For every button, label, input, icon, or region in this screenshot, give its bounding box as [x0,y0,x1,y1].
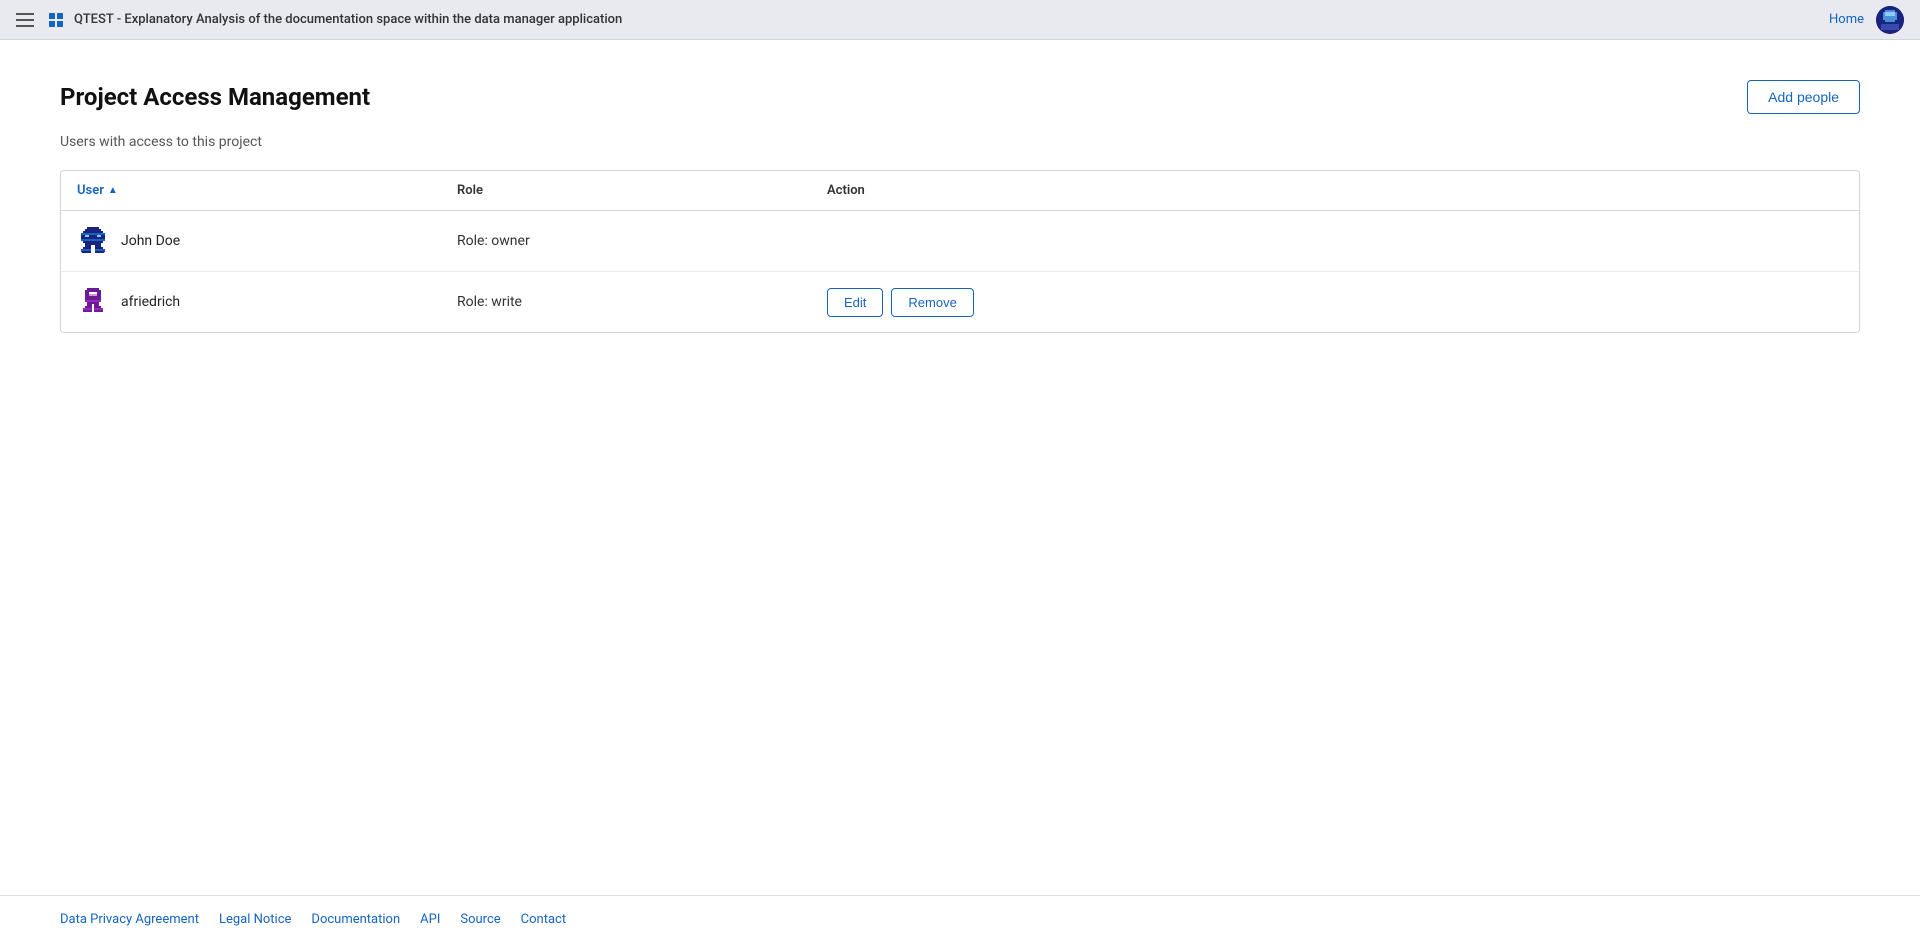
hamburger-menu[interactable] [16,13,34,27]
footer-link-source[interactable]: Source [460,912,500,927]
footer-link-api[interactable]: API [420,912,440,927]
footer-link-legal-notice[interactable]: Legal Notice [219,912,291,927]
role-cell-johndoe: Role: owner [457,233,827,249]
footer: Data Privacy Agreement Legal Notice Docu… [0,895,1920,943]
remove-button-afriedrich[interactable]: Remove [891,288,973,317]
navbar-title: QTEST - Explanatory Analysis of the docu… [46,10,622,30]
col-header-user[interactable]: User ▲ [77,183,457,198]
user-avatar-nav[interactable] [1876,6,1904,34]
project-icon [46,10,66,30]
sort-icon-user: ▲ [108,185,118,196]
home-link[interactable]: Home [1829,12,1864,27]
col-header-action: Action [827,183,1843,198]
page-subtitle: Users with access to this project [60,134,1860,150]
table-row: afriedrich Role: write Edit Remove [61,272,1859,332]
col-header-role: Role [457,183,827,198]
role-cell-afriedrich: Role: write [457,294,827,310]
table-row: John Doe Role: owner [61,211,1859,272]
footer-link-data-privacy[interactable]: Data Privacy Agreement [60,912,199,927]
user-name-afriedrich: afriedrich [121,294,180,310]
avatar-johndoe [77,225,109,257]
user-cell-afriedrich: afriedrich [77,286,457,318]
navbar-right: Home [1829,6,1904,34]
page-title: Project Access Management [60,83,370,111]
navbar-title-text: QTEST - Explanatory Analysis of the docu… [74,12,622,27]
user-name-johndoe: John Doe [121,233,180,249]
user-cell-johndoe: John Doe [77,225,457,257]
footer-link-contact[interactable]: Contact [521,912,566,927]
action-cell-afriedrich: Edit Remove [827,288,1843,317]
edit-button-afriedrich[interactable]: Edit [827,288,883,317]
add-people-button[interactable]: Add people [1747,80,1860,114]
table-header: User ▲ Role Action [61,171,1859,211]
footer-link-documentation[interactable]: Documentation [311,912,400,927]
navbar-left: QTEST - Explanatory Analysis of the docu… [16,10,622,30]
avatar-afriedrich [77,286,109,318]
main-content: Project Access Management Add people Use… [0,40,1920,895]
page-header: Project Access Management Add people [60,80,1860,114]
navbar: QTEST - Explanatory Analysis of the docu… [0,0,1920,40]
users-table: User ▲ Role Action [60,170,1860,333]
